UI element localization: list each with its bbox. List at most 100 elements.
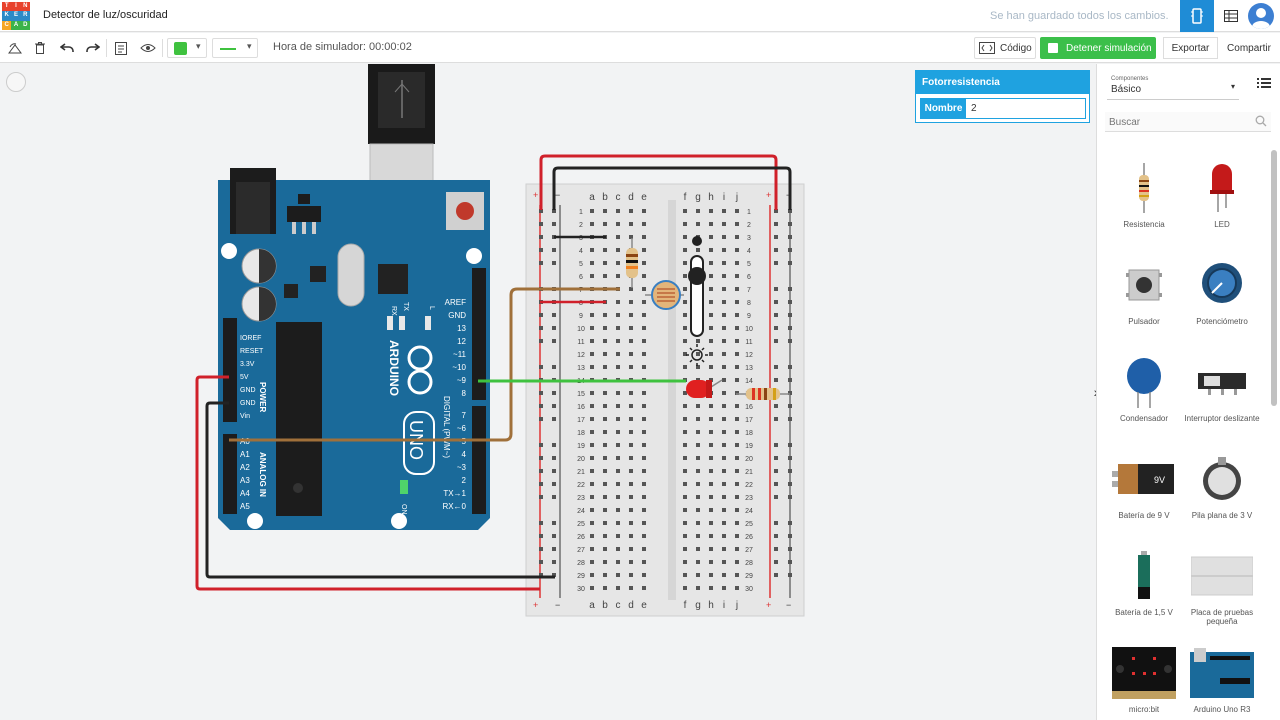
breadboard-hole[interactable] [616,547,620,551]
breadboard-hole[interactable] [642,274,646,278]
breadboard-hole[interactable] [709,430,713,434]
breadboard-hole[interactable] [590,547,594,551]
breadboard-hole[interactable] [616,521,620,525]
breadboard-hole[interactable] [603,326,607,330]
breadboard-hole[interactable] [709,404,713,408]
breadboard-hole[interactable] [590,521,594,525]
breadboard-hole[interactable] [603,417,607,421]
breadboard-hole[interactable] [722,248,726,252]
breadboard-hole[interactable] [539,495,543,499]
breadboard-hole[interactable] [590,573,594,577]
breadboard-hole[interactable] [735,313,739,317]
breadboard-hole[interactable] [735,248,739,252]
breadboard-hole[interactable] [642,443,646,447]
breadboard-hole[interactable] [709,365,713,369]
breadboard-hole[interactable] [603,209,607,213]
breadboard-hole[interactable] [552,222,556,226]
breadboard-hole[interactable] [616,482,620,486]
breadboard-hole[interactable] [552,391,556,395]
breadboard-hole[interactable] [774,326,778,330]
breadboard-hole[interactable] [539,443,543,447]
breadboard-hole[interactable] [552,404,556,408]
breadboard-hole[interactable] [539,521,543,525]
breadboard-hole[interactable] [709,469,713,473]
breadboard-hole[interactable] [552,417,556,421]
breadboard-hole[interactable] [722,417,726,421]
breadboard-hole[interactable] [642,404,646,408]
breadboard-hole[interactable] [788,300,792,304]
breadboard-hole[interactable] [539,261,543,265]
name-input[interactable]: 2 [966,99,977,118]
breadboard-hole[interactable] [709,300,713,304]
breadboard-hole[interactable] [603,547,607,551]
breadboard-hole[interactable] [722,586,726,590]
breadboard-hole[interactable] [629,443,633,447]
breadboard-hole[interactable] [735,365,739,369]
breadboard-hole[interactable] [616,235,620,239]
breadboard-hole[interactable] [629,573,633,577]
breadboard-hole[interactable] [774,521,778,525]
component-item-resistor[interactable]: Resistencia [1104,158,1184,229]
breadboard-hole[interactable] [722,209,726,213]
breadboard-hole[interactable] [552,326,556,330]
breadboard-hole[interactable] [642,391,646,395]
breadboard-hole[interactable] [642,365,646,369]
breadboard-hole[interactable] [552,339,556,343]
breadboard-hole[interactable] [590,274,594,278]
breadboard-hole[interactable] [629,417,633,421]
breadboard-hole[interactable] [788,521,792,525]
breadboard-hole[interactable] [590,365,594,369]
component-item-small-breadboard[interactable]: Placa de pruebas pequeña [1182,546,1262,626]
breadboard-hole[interactable] [722,456,726,460]
breadboard-hole[interactable] [735,560,739,564]
breadboard-hole[interactable] [539,482,543,486]
breadboard-hole[interactable] [642,261,646,265]
breadboard-hole[interactable] [616,495,620,499]
breadboard-hole[interactable] [629,586,633,590]
breadboard-hole[interactable] [774,365,778,369]
component-item-pushbutton[interactable]: Pulsador [1104,255,1184,326]
breadboard-hole[interactable] [683,222,687,226]
breadboard-hole[interactable] [642,300,646,304]
breadboard-hole[interactable] [539,339,543,343]
component-item-potentiometer[interactable]: Potenciómetro [1182,255,1262,326]
breadboard-hole[interactable] [788,287,792,291]
breadboard-hole[interactable] [683,274,687,278]
breadboard-hole[interactable] [722,352,726,356]
breadboard-hole[interactable] [735,521,739,525]
component-item-9v-battery[interactable]: 9V Batería de 9 V [1104,449,1184,520]
breadboard-hole[interactable] [696,456,700,460]
breadboard-hole[interactable] [696,495,700,499]
breadboard-hole[interactable] [590,261,594,265]
breadboard-hole[interactable] [642,560,646,564]
breadboard-hole[interactable] [629,339,633,343]
breadboard-hole[interactable] [603,352,607,356]
breadboard-hole[interactable] [616,300,620,304]
breadboard-hole[interactable] [735,287,739,291]
breadboard-hole[interactable] [683,534,687,538]
breadboard-hole[interactable] [629,222,633,226]
breadboard-hole[interactable] [603,482,607,486]
component-item-arduino-uno[interactable]: Arduino Uno R3 [1182,643,1262,714]
breadboard-hole[interactable] [696,560,700,564]
breadboard-hole[interactable] [722,508,726,512]
breadboard-hole[interactable] [788,482,792,486]
breadboard-hole[interactable] [629,456,633,460]
breadboard-hole[interactable] [629,352,633,356]
breadboard-hole[interactable] [539,469,543,473]
breadboard-hole[interactable] [722,521,726,525]
component-category-select[interactable]: Componentes Básico ▾ [1107,72,1239,100]
breadboard-hole[interactable] [722,547,726,551]
export-button[interactable]: Exportar [1163,37,1218,59]
breadboard-hole[interactable] [709,482,713,486]
breadboard-hole[interactable] [642,339,646,343]
breadboard-hole[interactable] [603,261,607,265]
breadboard-hole[interactable] [552,560,556,564]
component-item-aa-battery[interactable]: Batería de 1,5 V [1104,546,1184,617]
breadboard-hole[interactable] [722,339,726,343]
breadboard-hole[interactable] [735,534,739,538]
breadboard-hole[interactable] [709,339,713,343]
breadboard-hole[interactable] [709,456,713,460]
breadboard-hole[interactable] [629,495,633,499]
breadboard-hole[interactable] [539,534,543,538]
